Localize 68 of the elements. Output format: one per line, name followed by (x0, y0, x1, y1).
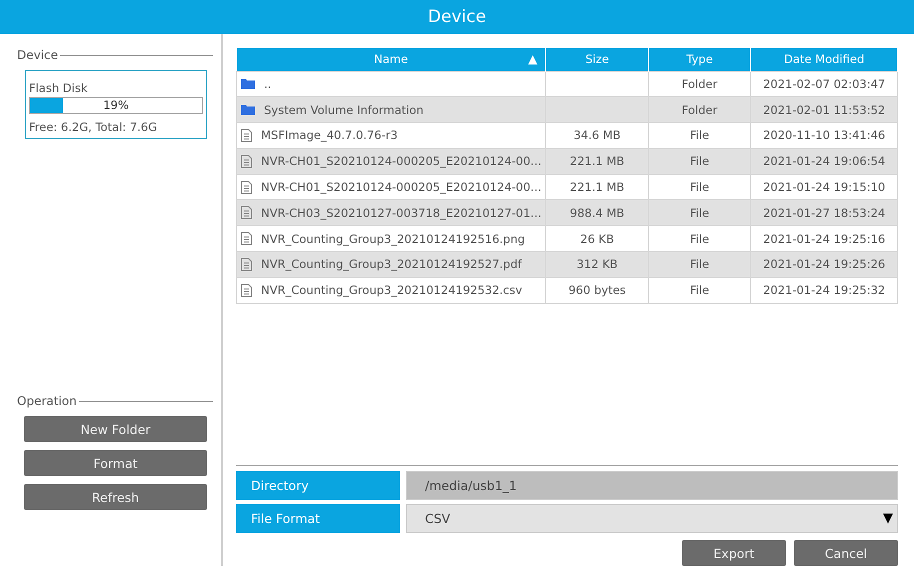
file-date: 2020-11-10 13:41:46 (763, 128, 886, 142)
section-label: Device (17, 48, 58, 62)
file-name: .. (264, 76, 272, 91)
window-title: Device (0, 0, 914, 34)
file-row[interactable]: System Volume Information Folder 2021-02-01 11:53:52 (236, 96, 898, 123)
file-size: 312 KB (576, 257, 618, 272)
document-icon (241, 232, 252, 246)
file-date: 2021-01-24 19:25:26 (763, 257, 886, 272)
file-date: 2021-01-24 19:15:10 (763, 180, 886, 194)
file-row[interactable]: NVR_Counting_Group3_20210124192527.pdf 312 KB File 2021-01-24 19:25:26 (236, 252, 898, 278)
file-row[interactable]: NVR-CH01_S20210124-000205_E20210124-00... 221.1 MB File 2021-01-24 19:15:10 (236, 174, 898, 200)
file-type: Folder (682, 102, 718, 117)
file-row[interactable]: NVR_Counting_Group3_20210124192516.png 26 KB File 2021-01-24 19:25:16 (236, 226, 898, 252)
file-size: 221.1 MB (570, 154, 624, 168)
file-name: NVR-CH01_S20210124-000205_E20210124-00... (261, 154, 542, 168)
document-icon (241, 154, 252, 168)
file-format-dropdown[interactable]: CSV ▼ (406, 504, 898, 533)
file-type: File (690, 128, 710, 142)
disk-card[interactable]: Flash Disk 19% Free: 6.2G, Total: 7.6G (25, 70, 207, 139)
file-row[interactable]: .. Folder 2021-02-07 02:03:47 (236, 71, 898, 97)
file-name: MSFImage_40.7.0.76-r3 (261, 128, 398, 142)
section-label: Operation (17, 394, 77, 408)
file-name: NVR-CH01_S20210124-000205_E20210124-00... (261, 180, 542, 194)
file-type: File (690, 257, 710, 272)
file-row[interactable]: NVR-CH01_S20210124-000205_E20210124-00... 221.1 MB File 2021-01-24 19:06:54 (236, 148, 898, 174)
dialog-button[interactable]: Export (682, 540, 786, 566)
file-date: 2021-02-01 11:53:52 (763, 102, 886, 117)
disk-info: Free: 6.2G, Total: 7.6G (29, 120, 158, 134)
folder-icon (241, 78, 255, 90)
operation-button[interactable]: Format (24, 450, 207, 476)
file-name: NVR_Counting_Group3_20210124192527.pdf (261, 257, 522, 272)
document-icon (241, 284, 252, 297)
file-date: 2021-01-27 18:53:24 (763, 206, 886, 220)
file-row[interactable]: NVR_Counting_Group3_20210124192532.csv 960 bytes File 2021-01-24 19:25:32 (236, 277, 898, 304)
file-date: 2021-02-07 02:03:47 (763, 76, 886, 91)
file-name: NVR_Counting_Group3_20210124192532.csv (261, 283, 522, 298)
file-size: 34.6 MB (574, 128, 621, 142)
file-size: 988.4 MB (570, 206, 624, 220)
document-icon (241, 128, 252, 142)
usage-percent: 19% (102, 98, 130, 113)
file-date: 2021-01-24 19:25:32 (763, 283, 886, 298)
directory-label: Directory (236, 471, 400, 500)
file-date: 2021-01-24 19:06:54 (763, 154, 886, 168)
file-format-label: File Format (236, 504, 400, 533)
file-name: NVR-CH03_S20210127-003718_E20210127-01... (261, 206, 542, 220)
file-type: File (690, 180, 710, 194)
file-size: 26 KB (580, 232, 614, 246)
file-name: NVR_Counting_Group3_20210124192516.png (261, 232, 525, 246)
file-row[interactable]: MSFImage_40.7.0.76-r3 34.6 MB File 2020-11-10 13:41:46 (236, 122, 898, 148)
file-row[interactable]: NVR-CH03_S20210127-003718_E20210127-01... 988.4 MB File 2021-01-27 18:53:24 (236, 200, 898, 226)
disk-name: Flash Disk (29, 81, 88, 95)
document-icon (241, 180, 252, 194)
file-name: System Volume Information (264, 102, 424, 117)
file-type: Folder (682, 76, 718, 91)
document-icon (241, 206, 252, 220)
file-type: File (690, 154, 710, 168)
file-type: File (690, 283, 710, 298)
file-date: 2021-01-24 19:25:16 (763, 232, 886, 246)
operation-button[interactable]: New Folder (24, 416, 207, 442)
folder-icon (241, 104, 255, 116)
document-icon (241, 258, 252, 271)
operation-button[interactable]: Refresh (24, 484, 207, 510)
dialog-button[interactable]: Cancel (794, 540, 898, 566)
file-size: 221.1 MB (570, 180, 624, 194)
file-type: File (690, 232, 710, 246)
directory-field: /media/usb1_1 (406, 471, 898, 500)
file-type: File (690, 206, 710, 220)
file-size: 960 bytes (568, 283, 626, 298)
